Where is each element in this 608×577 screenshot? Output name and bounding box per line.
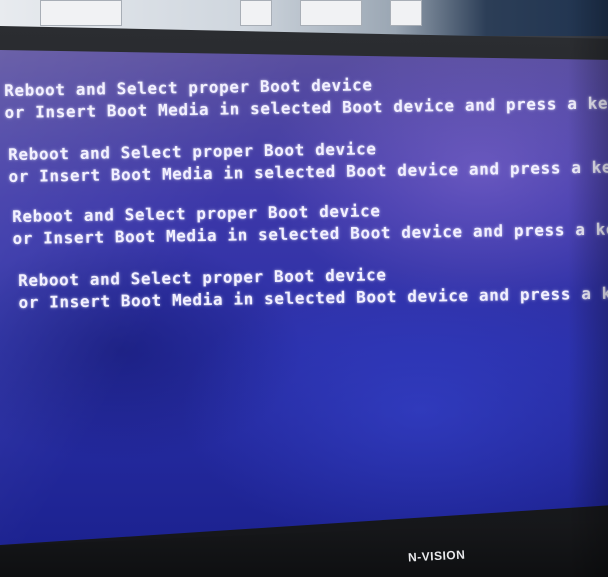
monitor-brand-logo: N-VISION — [407, 547, 466, 565]
boot-message-line-2: or Insert Boot Media in selected Boot de… — [12, 219, 608, 248]
boot-message-line-1: Reboot and Select proper Boot device — [8, 139, 377, 164]
boot-message-line-2: or Insert Boot Media in selected Boot de… — [8, 157, 608, 186]
boot-message-line-2-text: or Insert Boot Media in selected Boot de… — [18, 283, 608, 312]
background-object — [300, 0, 362, 26]
monitor-photo: Reboot and Select proper Boot device or … — [0, 0, 608, 577]
boot-screen: Reboot and Select proper Boot device or … — [0, 50, 608, 545]
boot-message: Reboot and Select proper Boot device or … — [4, 70, 608, 124]
boot-message-line-1: Reboot and Select proper Boot device — [12, 201, 381, 226]
boot-message: Reboot and Select proper Boot device or … — [18, 260, 608, 314]
boot-message-line-1: Reboot and Select proper Boot device — [18, 265, 387, 290]
boot-message-line-1: Reboot and Select proper Boot device — [4, 75, 373, 100]
boot-message: Reboot and Select proper Boot device or … — [8, 134, 608, 188]
boot-message: Reboot and Select proper Boot device or … — [12, 196, 608, 250]
background-object — [240, 0, 272, 26]
photo-vignette — [568, 0, 608, 577]
background-object — [390, 0, 422, 26]
boot-message-line-2: or Insert Boot Media in selected Boot de… — [4, 93, 608, 122]
boot-message-line-2: or Insert Boot Media in selected Boot de… — [18, 282, 608, 314]
background-object — [40, 0, 122, 26]
